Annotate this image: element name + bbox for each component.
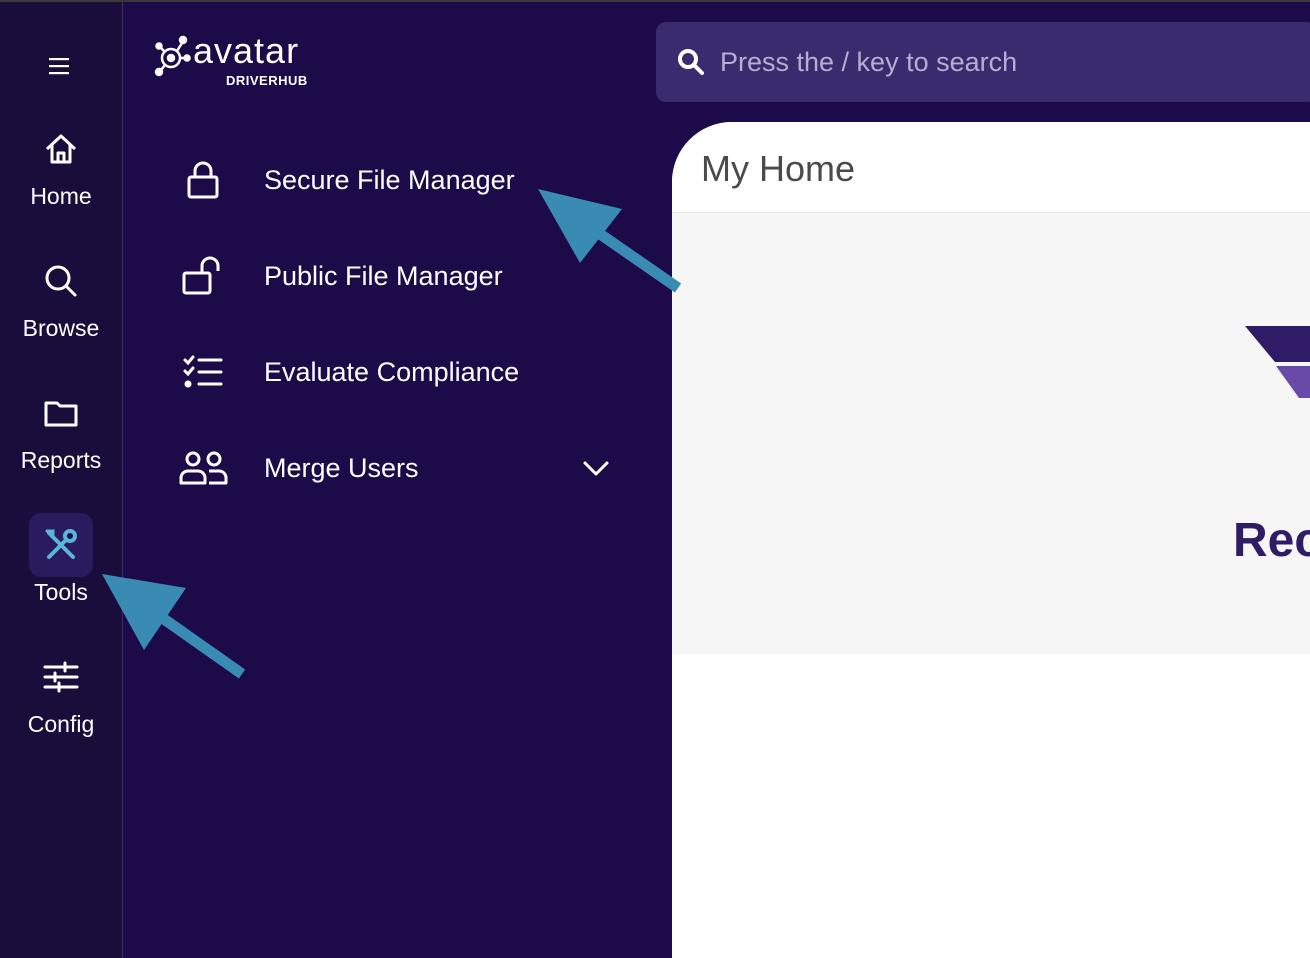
checklist-icon	[178, 347, 228, 397]
annotation-arrow-tools	[102, 574, 246, 679]
submenu-item-label: Secure File Manager	[264, 164, 515, 195]
rail-item-browse[interactable]: Browse	[0, 249, 122, 342]
logo-mark-icon	[154, 35, 191, 77]
global-search-bar[interactable]: Press the / key to search	[656, 22, 1310, 102]
annotation-arrow-secure-file-manager	[538, 189, 682, 293]
submenu-item-label: Evaluate Compliance	[264, 356, 520, 387]
sliders-icon	[29, 645, 93, 709]
submenu-item-label: Merge Users	[264, 452, 419, 483]
rail-item-home[interactable]: Home	[0, 117, 122, 210]
logo-subtitle: DRIVERHUB	[226, 73, 308, 88]
lock-icon	[178, 155, 228, 205]
search-icon	[674, 45, 708, 79]
avatar-logo[interactable]: avatar DRIVERHUB	[153, 30, 323, 92]
icon-rail: Home Browse Reports Tools Config	[0, 2, 123, 958]
search-placeholder: Press the / key to search	[720, 46, 1018, 77]
unlock-icon	[178, 251, 228, 301]
users-icon	[178, 443, 228, 493]
rail-item-label: Home	[30, 183, 92, 209]
submenu-item-evaluate-compliance[interactable]: Evaluate Compliance	[123, 342, 672, 402]
main-content: My Home Rec	[672, 122, 1310, 958]
search-icon	[29, 249, 93, 313]
banner-graphic	[1245, 326, 1310, 398]
chevron-down-icon[interactable]	[581, 453, 611, 483]
banner-heading: Rec	[1233, 514, 1310, 567]
hamburger-menu-button[interactable]	[34, 46, 84, 86]
page-title: My Home	[701, 148, 856, 189]
tools-submenu-panel: avatar DRIVERHUB Secure File Manager Pub…	[123, 2, 672, 958]
hamburger-icon	[49, 58, 69, 75]
submenu-item-merge-users[interactable]: Merge Users	[123, 438, 672, 498]
rail-item-label: Browse	[22, 315, 100, 341]
tools-icon	[29, 513, 93, 577]
home-icon	[29, 117, 93, 181]
folder-icon	[29, 381, 93, 445]
logo-wordmark: avatar	[193, 30, 300, 71]
welcome-banner: Rec	[672, 213, 1310, 654]
rail-item-label: Config	[27, 711, 95, 737]
rail-item-label: Reports	[20, 447, 102, 473]
rail-item-reports[interactable]: Reports	[0, 381, 122, 474]
submenu-item-label: Public File Manager	[264, 260, 503, 291]
content-header: My Home	[672, 122, 1310, 213]
